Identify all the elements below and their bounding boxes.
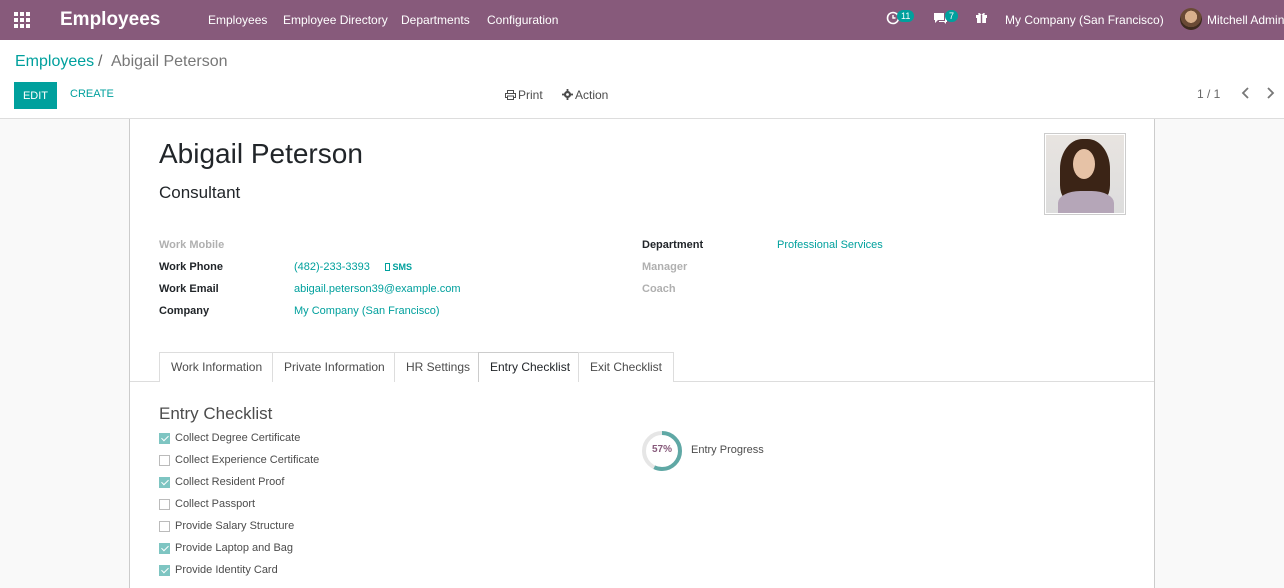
menu-configuration[interactable]: Configuration	[487, 13, 558, 27]
print-label: Print	[518, 88, 543, 102]
tab-work-information[interactable]: Work Information	[159, 352, 275, 382]
previous-record-icon[interactable]	[1241, 86, 1250, 102]
checkbox[interactable]	[159, 565, 170, 576]
menu-departments[interactable]: Departments	[401, 13, 470, 27]
edit-button[interactable]: EDIT	[14, 82, 57, 109]
entry-checklist-title: Entry Checklist	[159, 404, 273, 423]
menu-employee-directory[interactable]: Employee Directory	[283, 13, 388, 27]
activity-count-badge: 11	[897, 10, 915, 22]
app-title: Employees	[60, 9, 161, 30]
checklist-item-label: Collect Passport	[175, 498, 256, 510]
mobile-phone-icon	[385, 263, 390, 271]
employee-photo[interactable]	[1044, 133, 1126, 215]
checkbox[interactable]	[159, 477, 170, 488]
department-value[interactable]: Professional Services	[777, 239, 883, 251]
tab-exit-checklist[interactable]: Exit Checklist	[578, 352, 675, 382]
action-button[interactable]: Action	[562, 88, 608, 102]
work-phone-label: Work Phone	[159, 261, 223, 273]
breadcrumb-separator: /	[98, 53, 103, 70]
progress-percentage: 57%	[651, 444, 672, 455]
checkbox[interactable]	[159, 499, 170, 510]
next-record-icon[interactable]	[1266, 86, 1275, 102]
checklist-item-label: Provide Identity Card	[175, 564, 278, 576]
message-count-badge: 7	[945, 10, 959, 22]
tab-hr-settings[interactable]: HR Settings	[394, 352, 483, 382]
control-panel: Employees / Abigail Peterson EDIT CREATE…	[0, 40, 1284, 119]
checklist-item-label: Collect Resident Proof	[175, 476, 285, 488]
tab-private-information[interactable]: Private Information	[272, 352, 397, 382]
company-label: Company	[159, 305, 210, 317]
employee-form-sheet: Abigail Peterson Consultant Work Mobile …	[129, 119, 1155, 588]
department-label: Department	[642, 239, 704, 251]
checklist-item-label: Collect Degree Certificate	[175, 432, 301, 444]
gift-icon[interactable]	[975, 11, 988, 29]
employee-photo-image	[1046, 135, 1124, 213]
action-label: Action	[575, 88, 609, 102]
user-avatar[interactable]	[1180, 8, 1202, 30]
menu-employees[interactable]: Employees	[208, 13, 267, 27]
apps-menu-icon[interactable]	[14, 12, 30, 28]
print-button[interactable]: Print	[505, 88, 543, 102]
checkbox[interactable]	[159, 521, 170, 532]
sms-label: SMS	[392, 262, 413, 272]
checklist-item-label: Collect Experience Certificate	[175, 454, 320, 466]
entry-progress-gauge: 57%	[641, 430, 683, 472]
checklist-item-label: Provide Laptop and Bag	[175, 542, 294, 554]
work-email-value[interactable]: abigail.peterson39@example.com	[294, 283, 460, 295]
user-menu[interactable]: Mitchell Admin	[1207, 13, 1284, 27]
work-mobile-label: Work Mobile	[159, 239, 225, 251]
create-button[interactable]: CREATE	[70, 88, 114, 100]
send-sms-button[interactable]: SMS	[385, 262, 412, 272]
employee-job-title: Consultant	[159, 183, 241, 202]
coach-label: Coach	[642, 283, 676, 295]
checkbox[interactable]	[159, 543, 170, 554]
breadcrumb-employees[interactable]: Employees	[15, 53, 94, 71]
work-phone-value[interactable]: (482)-233-3393	[294, 261, 370, 273]
work-email-label: Work Email	[159, 283, 219, 295]
checkbox[interactable]	[159, 433, 170, 444]
employee-name: Abigail Peterson	[159, 138, 363, 169]
checklist-item-label: Provide Salary Structure	[175, 520, 295, 532]
top-navbar: Employees Employees Employee Directory D…	[0, 0, 1284, 40]
manager-label: Manager	[642, 261, 688, 273]
pager-value[interactable]: 1 / 1	[1197, 87, 1220, 101]
tab-entry-checklist[interactable]: Entry Checklist	[478, 352, 583, 382]
company-switcher[interactable]: My Company (San Francisco)	[1005, 13, 1164, 27]
company-value[interactable]: My Company (San Francisco)	[294, 305, 440, 317]
gear-icon	[562, 89, 573, 100]
print-icon	[505, 90, 516, 100]
checkbox[interactable]	[159, 455, 170, 466]
breadcrumb-current: Abigail Peterson	[111, 53, 228, 70]
entry-progress-label: Entry Progress	[691, 444, 764, 456]
